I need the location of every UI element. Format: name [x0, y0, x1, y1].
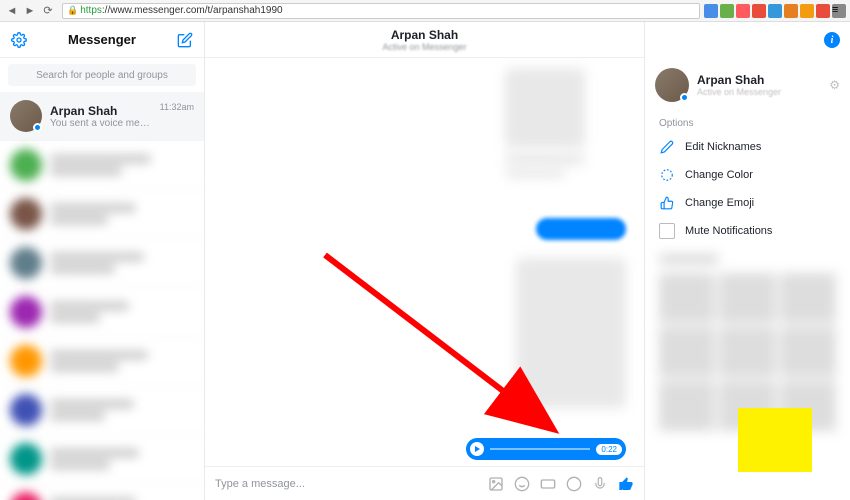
- message-input[interactable]: [215, 478, 478, 490]
- play-icon[interactable]: [470, 442, 484, 456]
- compose-icon[interactable]: [176, 31, 194, 49]
- url-bar[interactable]: 🔒 https://www.messenger.com/t/arpanshah1…: [62, 3, 700, 19]
- conversation-item-blurred[interactable]: [0, 386, 204, 435]
- conversation-item-blurred[interactable]: [0, 190, 204, 239]
- option-change-emoji[interactable]: Change Emoji: [645, 189, 850, 217]
- conversation-time: 11:32am: [160, 102, 194, 112]
- like-icon[interactable]: [618, 476, 634, 492]
- info-icon[interactable]: i: [824, 32, 840, 48]
- sidebar-header: Messenger: [0, 22, 204, 58]
- messages-area: 0:22: [205, 58, 644, 466]
- conversation-item[interactable]: Arpan Shah You sent a voice message. 11:…: [0, 92, 204, 141]
- url-https: https: [80, 5, 102, 16]
- conversation-name: Arpan Shah: [50, 104, 152, 118]
- checkbox-icon: [659, 223, 675, 239]
- extension-icons: ≡: [704, 4, 846, 18]
- settings-icon[interactable]: [10, 31, 28, 49]
- conversation-list: Arpan Shah You sent a voice message. 11:…: [0, 92, 204, 500]
- gif-icon[interactable]: [540, 476, 556, 492]
- conversation-item-blurred[interactable]: [0, 484, 204, 500]
- option-label: Change Color: [685, 169, 753, 181]
- presence-dot: [680, 93, 689, 102]
- info-profile: Arpan Shah Active on Messenger ⚙: [645, 58, 850, 112]
- app-container: Messenger Search for people and groups A…: [0, 22, 850, 500]
- avatar: [10, 100, 42, 132]
- message-composer: [205, 466, 644, 500]
- options-heading: Options: [645, 112, 850, 133]
- contact-name: Arpan Shah: [391, 28, 458, 42]
- search-input[interactable]: Search for people and groups: [8, 64, 196, 86]
- sticker-icon[interactable]: [514, 476, 530, 492]
- app-title: Messenger: [28, 32, 176, 47]
- conversations-sidebar: Messenger Search for people and groups A…: [0, 22, 205, 500]
- photo-icon[interactable]: [488, 476, 504, 492]
- conversation-preview: You sent a voice message.: [50, 118, 152, 129]
- voice-duration: 0:22: [596, 444, 622, 455]
- conversation-item-blurred[interactable]: [0, 337, 204, 386]
- color-icon: [659, 167, 675, 183]
- voice-message-bubble[interactable]: 0:22: [466, 438, 626, 460]
- option-label: Mute Notifications: [685, 225, 772, 237]
- conversation-item-blurred[interactable]: [0, 239, 204, 288]
- profile-settings-icon[interactable]: ⚙: [829, 78, 840, 92]
- annotation-highlight: [738, 408, 812, 472]
- option-label: Edit Nicknames: [685, 141, 761, 153]
- option-mute[interactable]: Mute Notifications: [645, 217, 850, 245]
- conversation-item-blurred[interactable]: [0, 141, 204, 190]
- search-placeholder: Search for people and groups: [36, 70, 168, 81]
- lock-icon: 🔒: [67, 5, 78, 16]
- presence-dot: [33, 123, 42, 132]
- back-button[interactable]: ◄: [4, 3, 20, 19]
- conversation-item-blurred[interactable]: [0, 288, 204, 337]
- pencil-icon: [659, 139, 675, 155]
- browser-toolbar: ◄ ► ⟳ 🔒 https://www.messenger.com/t/arpa…: [0, 0, 850, 22]
- option-label: Change Emoji: [685, 197, 754, 209]
- forward-button[interactable]: ►: [22, 3, 38, 19]
- voice-icon[interactable]: [592, 476, 608, 492]
- info-header: i: [645, 22, 850, 58]
- contact-status: Active on Messenger: [382, 42, 466, 52]
- thumbs-up-icon: [659, 195, 675, 211]
- voice-progress-track[interactable]: [490, 448, 590, 450]
- conversation-item-blurred[interactable]: [0, 435, 204, 484]
- avatar: [655, 68, 689, 102]
- sent-message-bubble: [536, 218, 626, 240]
- info-status: Active on Messenger: [697, 87, 781, 97]
- emoji-icon[interactable]: [566, 476, 582, 492]
- conversation-header: Arpan Shah Active on Messenger: [205, 22, 644, 58]
- reload-button[interactable]: ⟳: [40, 3, 56, 19]
- option-change-color[interactable]: Change Color: [645, 161, 850, 189]
- url-rest: ://www.messenger.com/t/arpanshah1990: [102, 5, 283, 16]
- option-edit-nicknames[interactable]: Edit Nicknames: [645, 133, 850, 161]
- info-name: Arpan Shah: [697, 73, 781, 87]
- conversation-pane: Arpan Shah Active on Messenger 0:22: [205, 22, 645, 500]
